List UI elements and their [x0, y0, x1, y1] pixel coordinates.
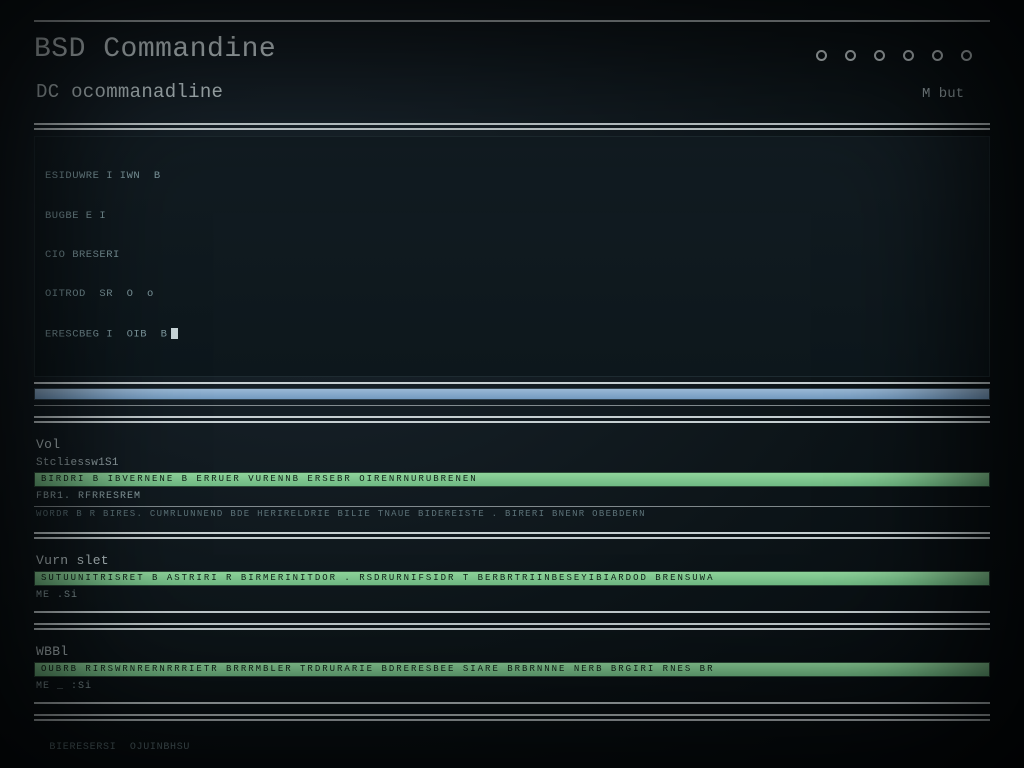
double-rule [34, 416, 990, 423]
command-text: FBR1. RFRRESREM [34, 487, 990, 504]
term-line: BUGBE E I [45, 210, 979, 223]
app-title: BSD Commandine [34, 34, 276, 65]
menu-label[interactable]: M but [922, 86, 988, 102]
status-bar-green[interactable]: OUBRB RIRSWRNRERNRRRIETR BRRRMBLER TRDRU… [34, 662, 990, 677]
dot-icon[interactable] [845, 50, 856, 61]
double-rule [34, 532, 990, 539]
command-text: ME .Si [34, 586, 990, 603]
output-text: WORDR B R BIRES. CUMRLUNNEND BDE HERIREL… [34, 509, 990, 522]
dot-icon[interactable] [932, 50, 943, 61]
progress-bar-blue[interactable] [34, 388, 990, 400]
term-line: OITROD SR O o [45, 288, 979, 301]
dot-icon[interactable] [874, 50, 885, 61]
term-line: ESIDUWRE I IWN B [45, 170, 979, 183]
cursor-icon [171, 328, 178, 339]
term-line: ERESCBEG I OIB B [45, 328, 979, 341]
window-dots [816, 50, 990, 65]
double-rule [34, 714, 990, 721]
dot-icon[interactable] [903, 50, 914, 61]
section-sublabel: Stcliessw1S1 [34, 455, 990, 472]
app-subtitle: DC ocommanadline [36, 81, 223, 103]
status-bar-green[interactable]: BIRDRI B IBVERNENE B ERRUER VURENNB ERSE… [34, 472, 990, 487]
dot-icon[interactable] [961, 50, 972, 61]
top-rule [34, 20, 990, 22]
double-rule [34, 123, 990, 130]
section-label-vol: Vol [34, 425, 990, 455]
double-rule [34, 623, 990, 630]
command-text: ME _ :Si [34, 677, 990, 694]
header-row: BSD Commandine [34, 24, 990, 71]
dot-icon[interactable] [816, 50, 827, 61]
terminal-output-1: ESIDUWRE I IWN B BUGBE E I CIO BRESERI O… [34, 136, 990, 406]
subheader-row: DC ocommanadline M but [34, 71, 990, 113]
status-bar-green[interactable]: SUTUUNITRISRET B ASTRIRI R BIRMERINITDOR… [34, 571, 990, 586]
section-label-vurn: Vurn slet [34, 541, 990, 571]
section-label-wb: WBBl [34, 632, 990, 662]
terminal-output-2: BIERESERSI OJUINBHSU TRATRE FIDORH R ROR… [34, 724, 990, 768]
terminal-box[interactable]: ESIDUWRE I IWN B BUGBE E I CIO BRESERI O… [34, 136, 990, 377]
term-line: BIERESERSI OJUINBHSU [49, 742, 190, 753]
term-line: CIO BRESERI [45, 249, 979, 262]
